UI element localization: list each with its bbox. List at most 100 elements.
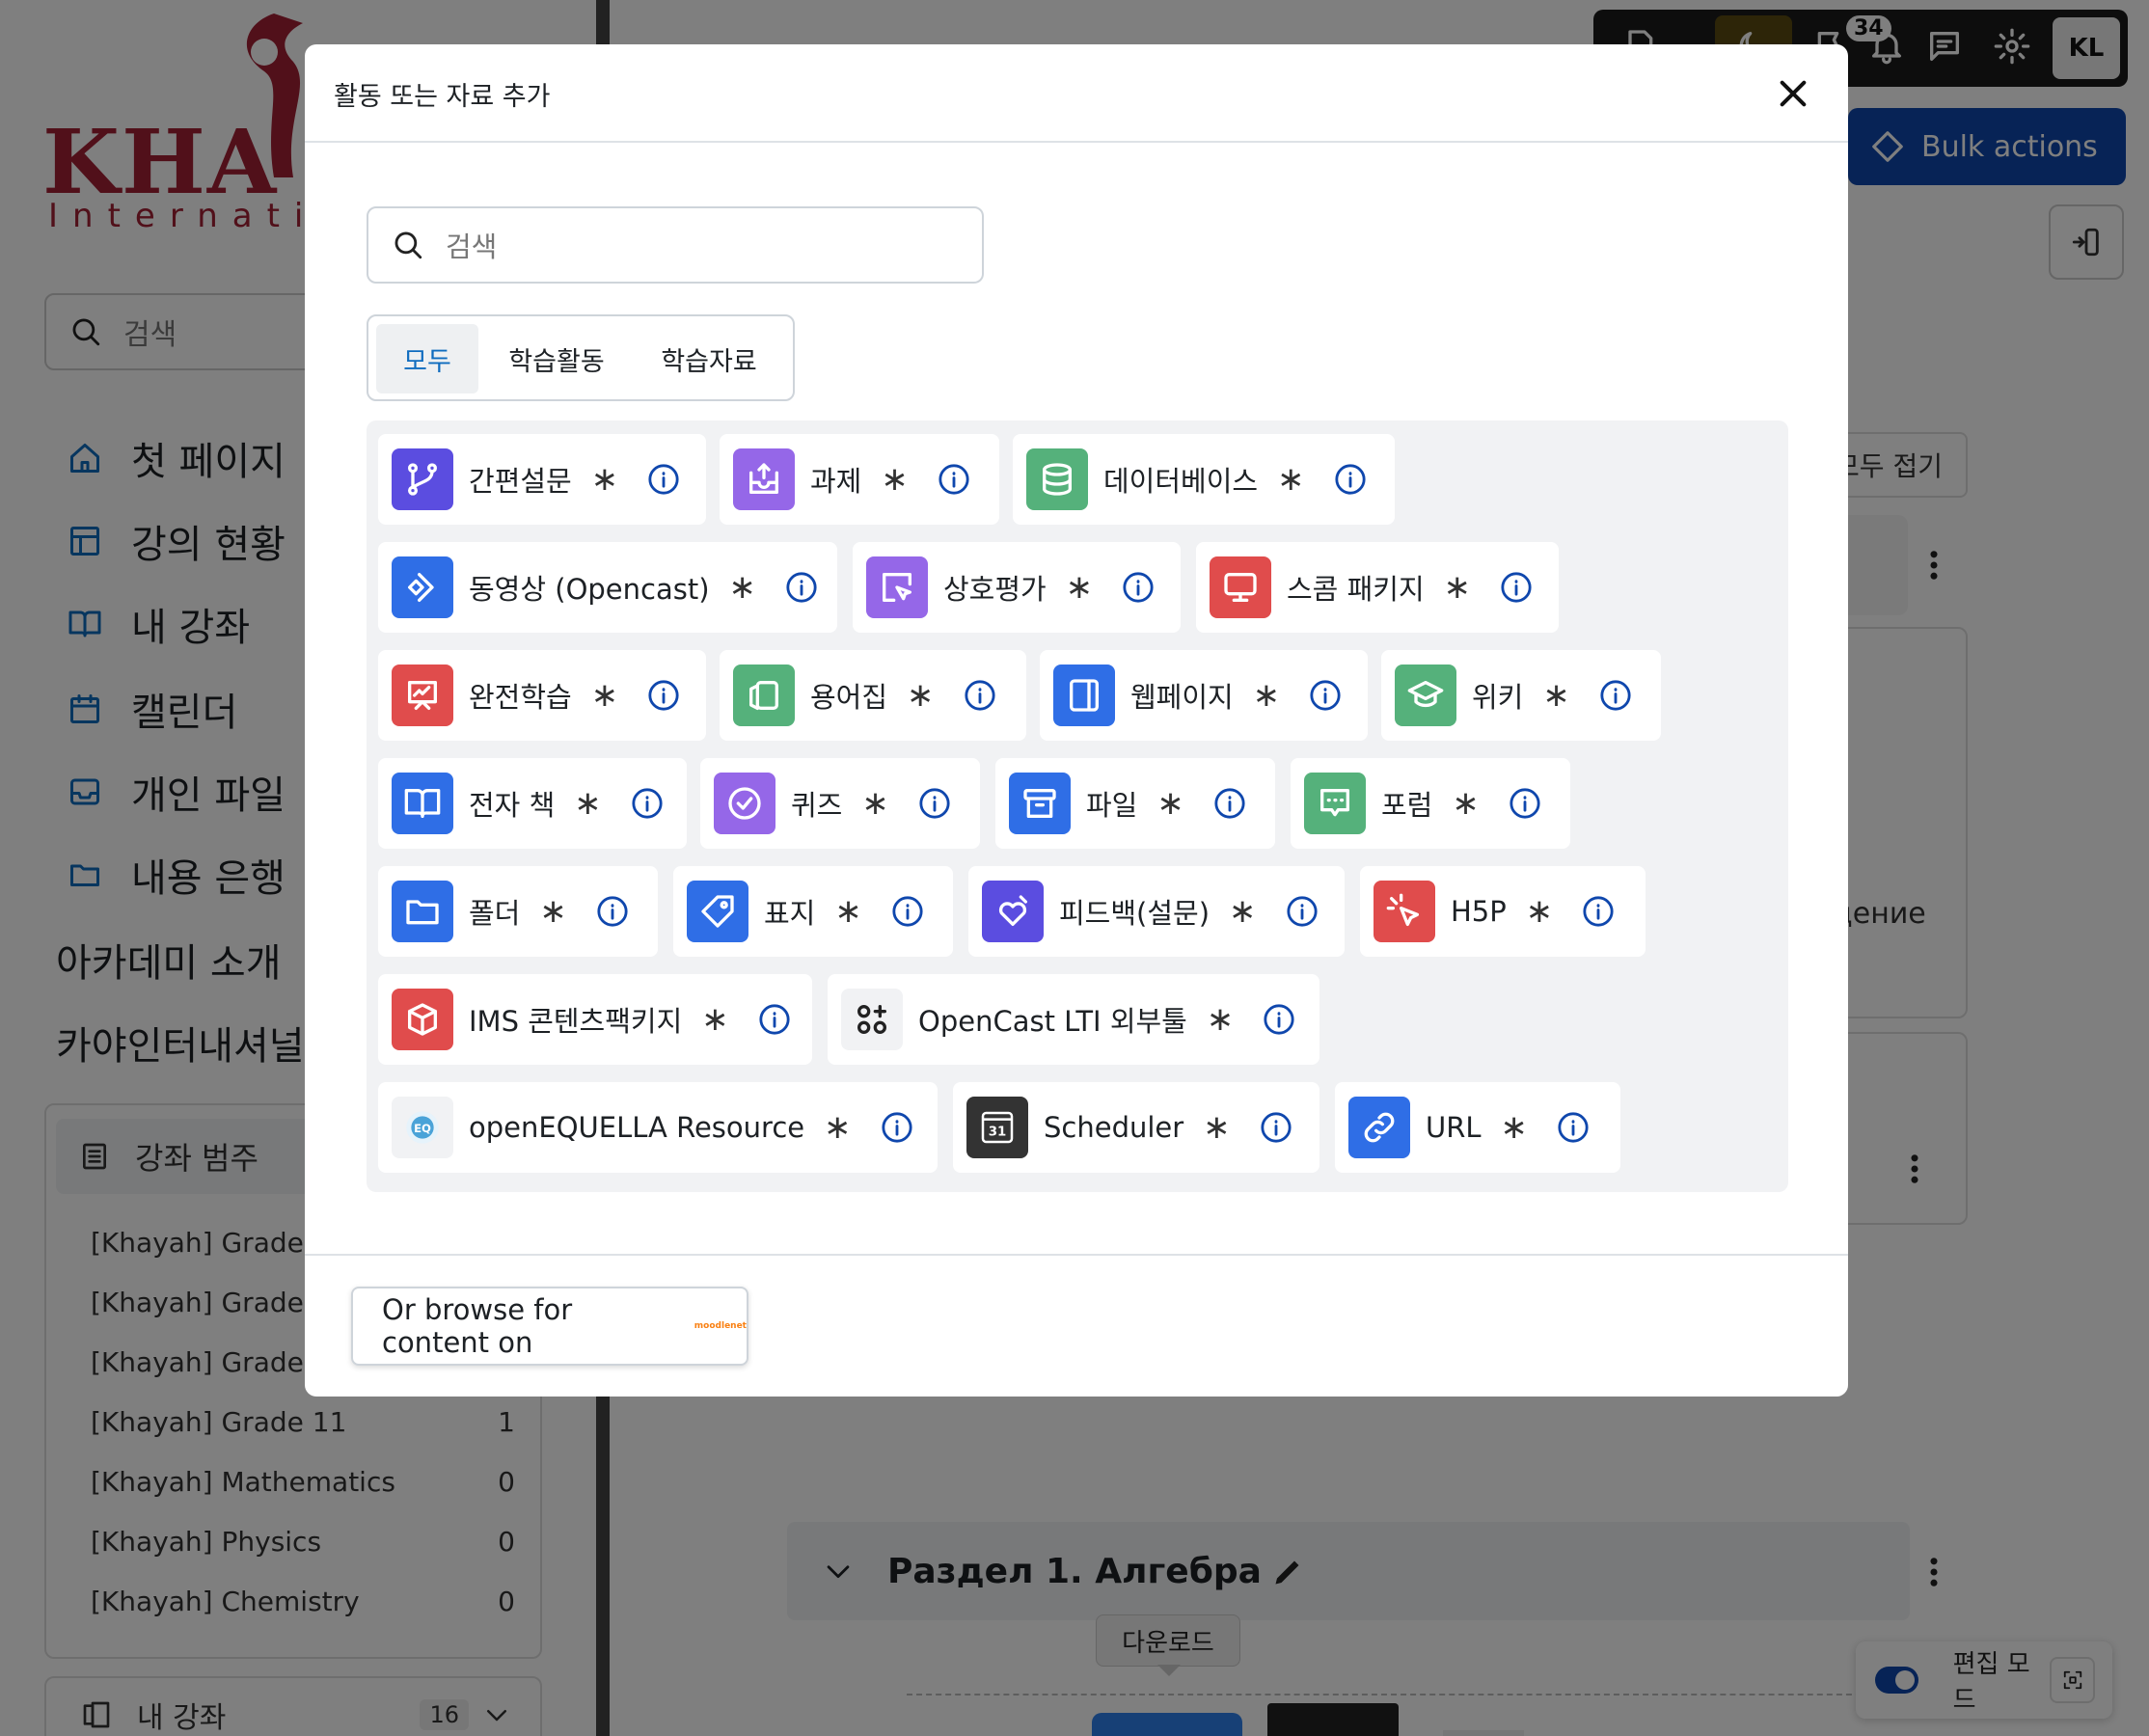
feedback-icon xyxy=(982,881,1044,942)
activity-card-wiki[interactable]: 위키 ∗ xyxy=(1381,650,1661,741)
info-icon[interactable] xyxy=(891,895,924,928)
activity-name: H5P xyxy=(1451,895,1507,928)
activity-card-opencast-lti[interactable]: OpenCast LTI 외부툴 ∗ xyxy=(828,974,1319,1065)
star-icon[interactable]: ∗ xyxy=(1066,568,1094,607)
star-icon[interactable]: ∗ xyxy=(591,676,619,715)
activity-card-choice[interactable]: 간편설문 ∗ xyxy=(378,434,706,525)
info-icon[interactable] xyxy=(1263,1003,1295,1036)
tab-activities[interactable]: 학습활동 xyxy=(488,324,625,393)
info-icon[interactable] xyxy=(631,787,664,820)
star-icon[interactable]: ∗ xyxy=(1452,784,1480,823)
assignment-icon xyxy=(733,448,795,510)
svg-text:EQ: EQ xyxy=(414,1122,431,1135)
browse-moodlenet-button[interactable]: Or browse for content on moodlenet xyxy=(351,1287,748,1366)
tab-all[interactable]: 모두 xyxy=(376,324,478,393)
activity-card-feedback[interactable]: 피드백(설문) ∗ xyxy=(968,866,1345,957)
h5p-icon xyxy=(1374,881,1435,942)
star-icon[interactable]: ∗ xyxy=(824,1108,852,1147)
activity-card-glossary[interactable]: 용어집 ∗ xyxy=(720,650,1026,741)
star-icon[interactable]: ∗ xyxy=(1501,1108,1529,1147)
activity-name: 동영상 (Opencast) xyxy=(469,573,710,606)
info-icon[interactable] xyxy=(938,463,970,496)
activity-name: openEQUELLA Resource xyxy=(469,1111,805,1144)
info-icon[interactable] xyxy=(1122,571,1155,604)
star-icon[interactable]: ∗ xyxy=(1542,676,1570,715)
activity-name: 간편설문 xyxy=(469,465,572,498)
activity-card-forum[interactable]: 포럼 ∗ xyxy=(1291,758,1570,849)
info-icon[interactable] xyxy=(1260,1111,1292,1144)
star-icon[interactable]: ∗ xyxy=(1253,676,1281,715)
activity-name: 전자 책 xyxy=(469,789,556,822)
activity-name: IMS 콘텐츠팩키지 xyxy=(469,1005,683,1038)
star-icon[interactable]: ∗ xyxy=(907,676,935,715)
activity-card-workshop[interactable]: 상호평가 ∗ xyxy=(853,542,1181,633)
info-icon[interactable] xyxy=(758,1003,791,1036)
activity-search-input[interactable]: 검색 xyxy=(367,206,984,284)
info-icon[interactable] xyxy=(1309,679,1342,712)
star-icon[interactable]: ∗ xyxy=(881,460,909,499)
activity-card-h5p[interactable]: H5P ∗ xyxy=(1360,866,1646,957)
info-icon[interactable] xyxy=(785,571,818,604)
star-icon[interactable]: ∗ xyxy=(729,568,757,607)
activity-card-assignment[interactable]: 과제 ∗ xyxy=(720,434,999,525)
star-icon[interactable]: ∗ xyxy=(574,784,602,823)
info-icon[interactable] xyxy=(1334,463,1367,496)
choice-icon xyxy=(392,448,453,510)
activity-name: 퀴즈 xyxy=(791,789,843,822)
star-icon[interactable]: ∗ xyxy=(591,460,619,499)
info-icon[interactable] xyxy=(1509,787,1541,820)
activity-card-folder[interactable]: 폴더 ∗ xyxy=(378,866,658,957)
star-icon[interactable]: ∗ xyxy=(1277,460,1305,499)
info-icon[interactable] xyxy=(1557,1111,1590,1144)
tab-resources[interactable]: 학습자료 xyxy=(640,324,777,393)
info-icon[interactable] xyxy=(918,787,951,820)
activity-card-book[interactable]: 전자 책 ∗ xyxy=(378,758,687,849)
scheduler-icon: 31 xyxy=(966,1097,1028,1158)
activity-card-opencast[interactable]: 동영상 (Opencast) ∗ xyxy=(378,542,837,633)
info-icon[interactable] xyxy=(1213,787,1246,820)
activity-search-placeholder: 검색 xyxy=(446,231,498,263)
activity-card-database[interactable]: 데이터베이스 ∗ xyxy=(1013,434,1395,525)
activity-card-lesson[interactable]: 완전학습 ∗ xyxy=(378,650,706,741)
lti-icon xyxy=(841,989,903,1050)
close-icon[interactable] xyxy=(1777,77,1809,110)
label-icon xyxy=(687,881,748,942)
info-icon[interactable] xyxy=(1500,571,1533,604)
info-icon[interactable] xyxy=(964,679,996,712)
info-icon[interactable] xyxy=(1599,679,1632,712)
activity-card-page[interactable]: 웹페이지 ∗ xyxy=(1040,650,1368,741)
info-icon[interactable] xyxy=(1582,895,1615,928)
activity-name: 과제 xyxy=(810,465,862,498)
info-icon[interactable] xyxy=(881,1111,913,1144)
activity-card-ims[interactable]: IMS 콘텐츠팩키지 ∗ xyxy=(378,974,812,1065)
star-icon[interactable]: ∗ xyxy=(701,1000,729,1039)
star-icon[interactable]: ∗ xyxy=(539,892,567,931)
info-icon[interactable] xyxy=(647,463,680,496)
activity-card-openequella[interactable]: EQ openEQUELLA Resource ∗ xyxy=(378,1082,938,1173)
star-icon[interactable]: ∗ xyxy=(1203,1108,1231,1147)
equella-icon: EQ xyxy=(392,1097,453,1158)
activity-card-quiz[interactable]: 퀴즈 ∗ xyxy=(700,758,980,849)
activity-card-scorm[interactable]: 스콤 패키지 ∗ xyxy=(1196,542,1559,633)
star-icon[interactable]: ∗ xyxy=(1207,1000,1235,1039)
activity-name: 피드백(설문) xyxy=(1059,897,1211,930)
star-icon[interactable]: ∗ xyxy=(1156,784,1184,823)
database-icon xyxy=(1026,448,1088,510)
activity-card-url[interactable]: URL ∗ xyxy=(1335,1082,1620,1173)
star-icon[interactable]: ∗ xyxy=(1444,568,1472,607)
activity-card-scheduler[interactable]: 31 Scheduler ∗ xyxy=(953,1082,1319,1173)
star-icon[interactable]: ∗ xyxy=(834,892,862,931)
info-icon[interactable] xyxy=(596,895,629,928)
star-icon[interactable]: ∗ xyxy=(1229,892,1257,931)
activity-name: 폴더 xyxy=(469,897,521,930)
forum-icon xyxy=(1304,773,1366,834)
info-icon[interactable] xyxy=(1286,895,1319,928)
activity-card-label[interactable]: 표지 ∗ xyxy=(673,866,953,957)
activity-name: 데이터베이스 xyxy=(1103,465,1259,498)
activity-card-file[interactable]: 파일 ∗ xyxy=(995,758,1275,849)
activity-grid: 간편설문 ∗ 과제 ∗ 데이터베이스 ∗ 동영상 (Opencast) ∗ 상호… xyxy=(367,420,1788,1192)
star-icon[interactable]: ∗ xyxy=(861,784,889,823)
star-icon[interactable]: ∗ xyxy=(1526,892,1554,931)
activity-name: OpenCast LTI 외부툴 xyxy=(918,1005,1187,1038)
info-icon[interactable] xyxy=(647,679,680,712)
